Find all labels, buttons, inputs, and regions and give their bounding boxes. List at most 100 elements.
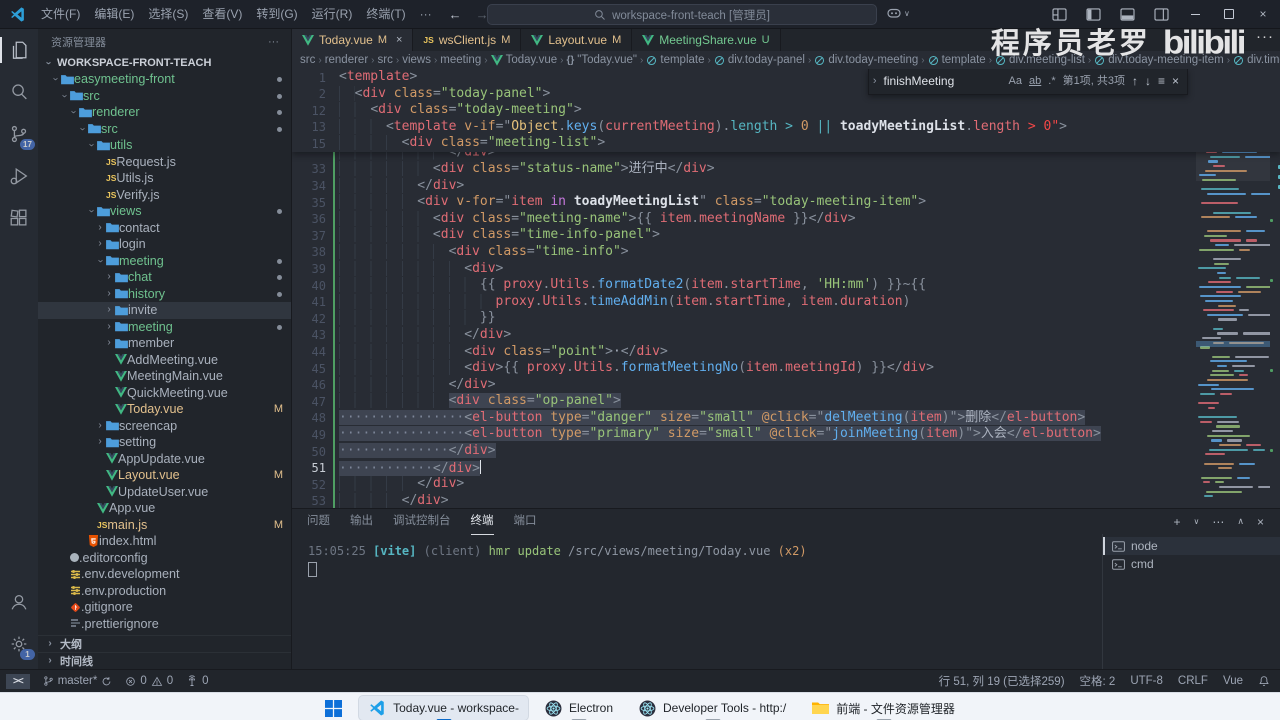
breadcrumb-item[interactable]: template [928, 54, 986, 66]
panel-tab-端口[interactable]: 端口 [514, 509, 537, 534]
encoding-item[interactable]: UTF-8 [1130, 675, 1163, 687]
terminal-output[interactable]: 15:05:25 [vite] (client) hmr update /src… [292, 534, 1102, 582]
tab-Today.vue[interactable]: Today.vue M × [292, 29, 414, 51]
breadcrumb-item[interactable]: src [300, 54, 315, 66]
next-match-icon[interactable]: ↓ [1145, 73, 1151, 90]
nav-back-icon[interactable]: ← [449, 7, 462, 22]
maximize-panel-icon[interactable]: ∧ [1237, 516, 1244, 527]
start-button[interactable] [316, 696, 351, 720]
menu-item[interactable]: 运行(R) [305, 4, 360, 24]
tree-item-main.js[interactable]: JS main.js M [38, 517, 291, 534]
workspace-root-row[interactable]: › WORKSPACE-FRONT-TEACH [38, 54, 291, 71]
previous-match-icon[interactable]: ↑ [1132, 73, 1138, 90]
taskbar-app-electron[interactable]: Developer Tools - http:/ [630, 696, 795, 720]
breadcrumb-item[interactable]: views [402, 54, 431, 66]
toggle-panel-button[interactable] [1110, 0, 1144, 28]
tree-item-meeting[interactable]: › meeting [38, 319, 291, 336]
maximize-button[interactable] [1212, 0, 1246, 28]
tree-item-.env.production[interactable]: .env.production [38, 583, 291, 600]
panel-more-icon[interactable]: ⋯ [1212, 515, 1224, 529]
tab-Layout.vue[interactable]: Layout.vue M [521, 29, 633, 51]
breadcrumb-item[interactable]: div.today-meeting [814, 54, 918, 66]
menu-item[interactable]: 终端(T) [359, 4, 412, 24]
problems-item[interactable]: 0 0 [125, 675, 173, 687]
breadcrumb-item[interactable]: div.today-panel [714, 54, 805, 66]
close-panel-icon[interactable]: × [1257, 515, 1264, 529]
tree-item-src[interactable]: › src [38, 121, 291, 138]
command-center-search[interactable]: workspace-front-teach [管理员] [487, 4, 877, 25]
tree-item-MeetingMain.vue[interactable]: MeetingMain.vue [38, 368, 291, 385]
notifications-bell-icon[interactable] [1258, 675, 1270, 687]
breadcrumb-item[interactable]: template [646, 54, 704, 66]
outline-section[interactable]: › 大纲 [38, 635, 291, 652]
find-input[interactable]: finishMeeting [884, 73, 1002, 90]
breadcrumb-item[interactable]: src [378, 54, 393, 66]
indentation-item[interactable]: 空格: 2 [1080, 673, 1116, 689]
remote-indicator[interactable]: >< [6, 673, 30, 689]
taskbar-app-winfolder[interactable]: 前端 - 文件资源管理器 [803, 696, 964, 720]
tree-item-history[interactable]: › history [38, 286, 291, 303]
panel-tab-输出[interactable]: 输出 [350, 509, 373, 534]
tree-item-.editorconfig[interactable]: .editorconfig [38, 550, 291, 567]
regex-icon[interactable]: .* [1048, 73, 1055, 90]
tree-item-utils[interactable]: › utils [38, 137, 291, 154]
tree-item-easymeeting-front[interactable]: › easymeeting-front [38, 71, 291, 88]
language-mode-item[interactable]: Vue [1223, 675, 1243, 687]
tree-item-chat[interactable]: › chat [38, 269, 291, 286]
breadcrumb-item[interactable]: {} "Today.vue" [566, 54, 637, 66]
timeline-section[interactable]: › 时间线 [38, 652, 291, 669]
activity-explorer-icon[interactable] [0, 29, 38, 71]
terminal-instance-node[interactable]: node [1103, 537, 1280, 555]
toggle-sidebar-button[interactable] [1076, 0, 1110, 28]
code-editor[interactable]: 1 <template> 2 <div class="today-panel"> 12… [292, 69, 1280, 508]
terminal-dropdown-icon[interactable]: ∨ [1194, 517, 1200, 526]
tree-item-invite[interactable]: › invite [38, 302, 291, 319]
eol-item[interactable]: CRLF [1178, 675, 1208, 687]
menu-item[interactable]: 查看(V) [195, 4, 249, 24]
menu-item[interactable]: ··· [413, 4, 439, 24]
panel-tab-终端[interactable]: 终端 [470, 509, 494, 535]
breadcrumb-item[interactable]: div.meeting-list [995, 54, 1085, 66]
tree-item-contact[interactable]: › contact [38, 220, 291, 237]
tree-item-.env.development[interactable]: .env.development [38, 566, 291, 583]
menu-item[interactable]: 选择(S) [141, 4, 195, 24]
menu-item[interactable]: 编辑(E) [87, 4, 141, 24]
minimize-button[interactable] [1178, 0, 1212, 28]
menu-item[interactable]: 文件(F) [34, 4, 87, 24]
new-terminal-icon[interactable]: + [1174, 515, 1181, 529]
ports-item[interactable]: 0 [186, 675, 209, 687]
tab-wsClient.js[interactable]: JS wsClient.js M [413, 29, 522, 51]
breadcrumb-item[interactable]: Today.vue [490, 54, 557, 66]
tree-item-.prettierrc.yaml[interactable]: .prettierrc.yaml [38, 632, 291, 633]
tree-item-Request.js[interactable]: JS Request.js [38, 154, 291, 171]
breadcrumb-item[interactable]: meeting [440, 54, 481, 66]
toggle-secondary-sidebar-button[interactable] [1144, 0, 1178, 28]
close-button[interactable]: × [1246, 0, 1280, 28]
breadcrumb-item[interactable]: div.time-info-panel [1233, 54, 1280, 66]
tab-MeetingShare.vue[interactable]: MeetingShare.vue U [632, 29, 781, 51]
tree-item-QuickMeeting.vue[interactable]: QuickMeeting.vue [38, 385, 291, 402]
tree-item-UpdateUser.vue[interactable]: UpdateUser.vue [38, 484, 291, 501]
explorer-more-actions-icon[interactable]: ··· [268, 36, 279, 48]
panel-tab-调试控制台[interactable]: 调试控制台 [393, 509, 451, 534]
tree-item-src[interactable]: › src [38, 88, 291, 105]
copilot-menu[interactable]: ∨ [886, 5, 910, 21]
tree-item-index.html[interactable]: index.html [38, 533, 291, 550]
tree-item-.prettierignore[interactable]: .prettierignore [38, 616, 291, 633]
tree-item-setting[interactable]: › setting [38, 434, 291, 451]
tree-item-member[interactable]: › member [38, 335, 291, 352]
tree-item-meeting[interactable]: › meeting [38, 253, 291, 270]
tree-item-views[interactable]: › views [38, 203, 291, 220]
activity-extensions-icon[interactable] [0, 197, 38, 239]
toggle-replace-icon[interactable]: › [873, 73, 877, 90]
tree-item-.gitignore[interactable]: .gitignore [38, 599, 291, 616]
git-branch-item[interactable]: master* [43, 675, 113, 687]
tree-item-login[interactable]: › login [38, 236, 291, 253]
activity-settings-icon[interactable]: 1 [0, 623, 38, 665]
tree-item-AppUpdate.vue[interactable]: AppUpdate.vue [38, 451, 291, 468]
terminal-instance-cmd[interactable]: cmd [1103, 555, 1280, 573]
activity-scm-icon[interactable]: 17 [0, 113, 38, 155]
breadcrumb-item[interactable]: div.today-meeting-item [1094, 54, 1224, 66]
close-tab-icon[interactable]: × [396, 34, 402, 46]
tree-item-Utils.js[interactable]: JS Utils.js [38, 170, 291, 187]
